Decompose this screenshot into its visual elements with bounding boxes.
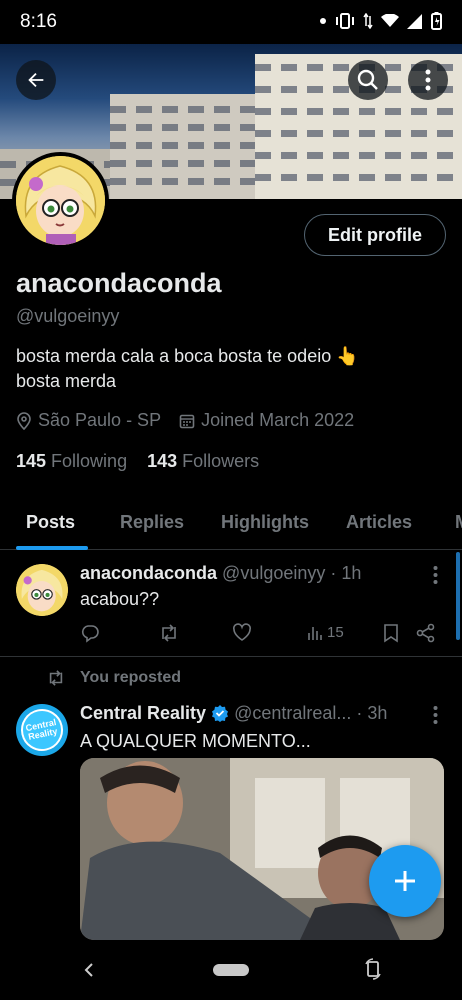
bookmark-button[interactable] bbox=[382, 623, 400, 643]
joined-text: Joined March 2022 bbox=[201, 410, 355, 430]
status-time: 8:16 bbox=[20, 11, 57, 32]
views-icon bbox=[308, 626, 322, 640]
signal-icon bbox=[407, 13, 422, 29]
reply-icon bbox=[81, 625, 99, 643]
banner-building bbox=[110, 94, 260, 199]
post-handle-time[interactable]: @vulgoeinyy · 1h bbox=[222, 563, 361, 583]
location-icon bbox=[17, 411, 31, 430]
rotate-icon[interactable] bbox=[364, 958, 382, 980]
followers-label: Followers bbox=[182, 451, 260, 471]
avatar-logo-text: Central Reality bbox=[24, 716, 59, 742]
repost-icon bbox=[49, 670, 63, 686]
post-more-icon[interactable] bbox=[433, 706, 438, 724]
calendar-icon bbox=[179, 414, 195, 428]
more-options-button[interactable] bbox=[408, 60, 448, 100]
edit-profile-button[interactable]: Edit profile bbox=[304, 214, 446, 256]
profile-avatar[interactable] bbox=[12, 152, 109, 249]
profile-handle: @vulgoeinyy bbox=[16, 306, 120, 326]
profile-meta: São Paulo - SP Joined March 2022 bbox=[16, 410, 354, 431]
profile-bio: bosta merda cala a boca bosta te odeio 👆… bbox=[16, 344, 436, 394]
repost-icon bbox=[162, 624, 176, 642]
system-nav-bar bbox=[0, 940, 462, 1000]
vibrate-icon bbox=[336, 13, 354, 29]
post-header: anacondaconda @vulgoeinyy · 1h bbox=[80, 563, 361, 584]
following-link[interactable]: 145 Following bbox=[16, 451, 127, 472]
share-icon bbox=[416, 623, 435, 643]
followers-count: 143 bbox=[147, 451, 178, 471]
post-handle[interactable]: @centralreal... bbox=[234, 703, 351, 723]
compose-post-button[interactable] bbox=[369, 845, 441, 917]
post-divider bbox=[0, 656, 462, 657]
following-label: Following bbox=[51, 451, 128, 471]
avatar-illustration bbox=[16, 564, 68, 616]
post-author-name[interactable]: anacondaconda bbox=[80, 563, 217, 583]
location-text: São Paulo - SP bbox=[38, 410, 162, 430]
tab-articles[interactable]: Articles bbox=[346, 500, 412, 550]
more-vertical-icon bbox=[425, 69, 431, 91]
followers-link[interactable]: 143 Followers bbox=[147, 451, 259, 472]
battery-icon bbox=[431, 12, 442, 30]
back-button[interactable] bbox=[16, 60, 56, 100]
post-more-icon[interactable] bbox=[433, 566, 438, 584]
share-button[interactable] bbox=[416, 623, 436, 643]
status-bar: 8:16 bbox=[0, 0, 462, 44]
profile-location: São Paulo - SP bbox=[16, 410, 161, 431]
like-button[interactable] bbox=[232, 623, 252, 642]
follow-stats: 145 Following 143 Followers bbox=[16, 451, 259, 472]
post-author-name[interactable]: Central Reality bbox=[80, 703, 206, 723]
like-icon bbox=[233, 623, 251, 641]
tab-active-indicator bbox=[16, 546, 88, 550]
post-avatar[interactable] bbox=[16, 564, 68, 616]
data-arrows-icon bbox=[363, 13, 373, 29]
views-button[interactable]: 15 bbox=[307, 624, 344, 641]
post-text: acabou?? bbox=[80, 589, 160, 609]
post-time[interactable]: · 3h bbox=[356, 703, 387, 723]
tab-posts[interactable]: Posts bbox=[26, 500, 75, 550]
wifi-icon bbox=[381, 14, 399, 27]
tab-highlights[interactable]: Highlights bbox=[221, 500, 309, 550]
reply-button[interactable] bbox=[80, 623, 100, 643]
tab-replies[interactable]: Replies bbox=[120, 500, 184, 550]
bookmark-icon bbox=[384, 624, 398, 643]
repost-label: You reposted bbox=[80, 669, 182, 686]
profile-tabs: Posts Replies Highlights Articles M bbox=[0, 500, 462, 550]
post-text: A QUALQUER MOMENTO... bbox=[80, 731, 311, 751]
avatar-illustration bbox=[16, 156, 105, 245]
repost-indicator: You reposted bbox=[46, 669, 181, 687]
following-count: 145 bbox=[16, 451, 47, 471]
repost-button[interactable] bbox=[158, 623, 180, 643]
profile-joined: Joined March 2022 bbox=[179, 410, 354, 431]
bio-line: bosta merda cala a boca bosta te odeio 👆 bbox=[16, 346, 359, 366]
profile-display-name: anacondaconda bbox=[16, 268, 222, 298]
tab-media[interactable]: M bbox=[455, 500, 462, 550]
home-pill[interactable] bbox=[213, 964, 249, 976]
post-avatar[interactable]: Central Reality bbox=[16, 704, 68, 756]
back-arrow-icon bbox=[28, 72, 44, 88]
search-button[interactable] bbox=[348, 60, 388, 100]
compose-plus-icon bbox=[395, 871, 415, 891]
notification-dot-icon bbox=[320, 18, 326, 24]
post-header: Central Reality @centralreal... · 3h bbox=[80, 703, 387, 724]
search-icon bbox=[357, 69, 378, 90]
status-icons bbox=[319, 12, 442, 30]
scrollbar-thumb[interactable] bbox=[456, 552, 460, 640]
bio-line: bosta merda bbox=[16, 371, 117, 391]
verified-icon bbox=[212, 705, 229, 722]
views-count: 15 bbox=[327, 624, 344, 641]
nav-back-icon[interactable] bbox=[84, 962, 94, 978]
